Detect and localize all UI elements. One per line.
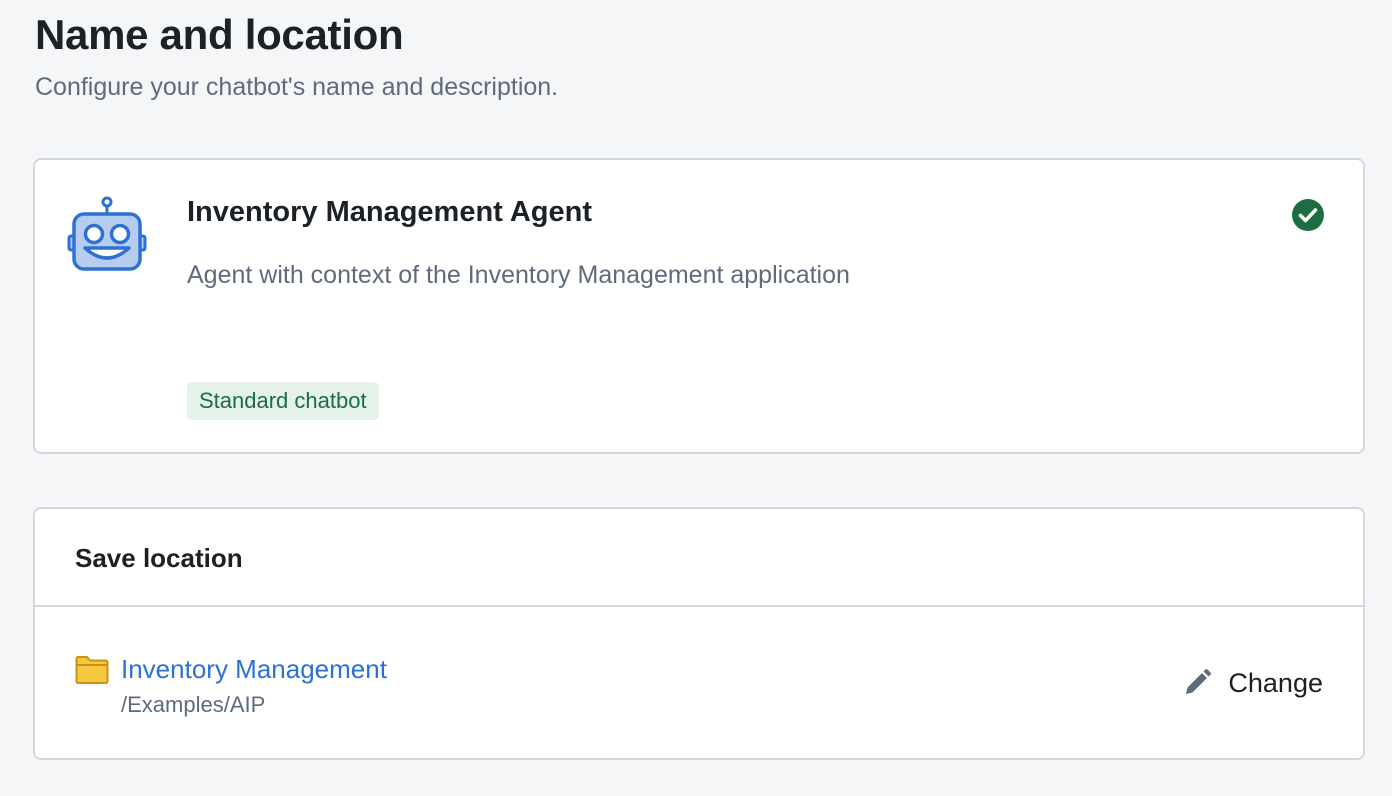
agent-name: Inventory Management Agent bbox=[187, 196, 592, 228]
name-and-location-page: Name and location Configure your chatbot… bbox=[0, 0, 1392, 796]
page-title: Name and location bbox=[35, 11, 404, 58]
chatbot-type-tag: Standard chatbot bbox=[187, 382, 379, 420]
page-subtitle: Configure your chatbot's name and descri… bbox=[35, 73, 559, 101]
save-location-heading: Save location bbox=[75, 543, 243, 573]
folder-link[interactable]: Inventory Management bbox=[121, 651, 387, 687]
folder-path: /Examples/AIP bbox=[121, 692, 266, 717]
change-label: Change bbox=[1228, 668, 1323, 698]
save-location-header: Save location bbox=[35, 509, 1363, 607]
pencil-icon bbox=[1182, 668, 1212, 698]
agent-description: Agent with context of the Inventory Mana… bbox=[187, 261, 850, 289]
change-location-button[interactable]: Change bbox=[1182, 661, 1323, 705]
robot-icon bbox=[67, 196, 147, 272]
save-location-card: Save location Inventory Management /Exam… bbox=[33, 507, 1365, 760]
folder-icon bbox=[75, 655, 109, 685]
check-circle-icon bbox=[1291, 198, 1325, 232]
agent-card: Inventory Management Agent Agent with co… bbox=[33, 158, 1365, 454]
